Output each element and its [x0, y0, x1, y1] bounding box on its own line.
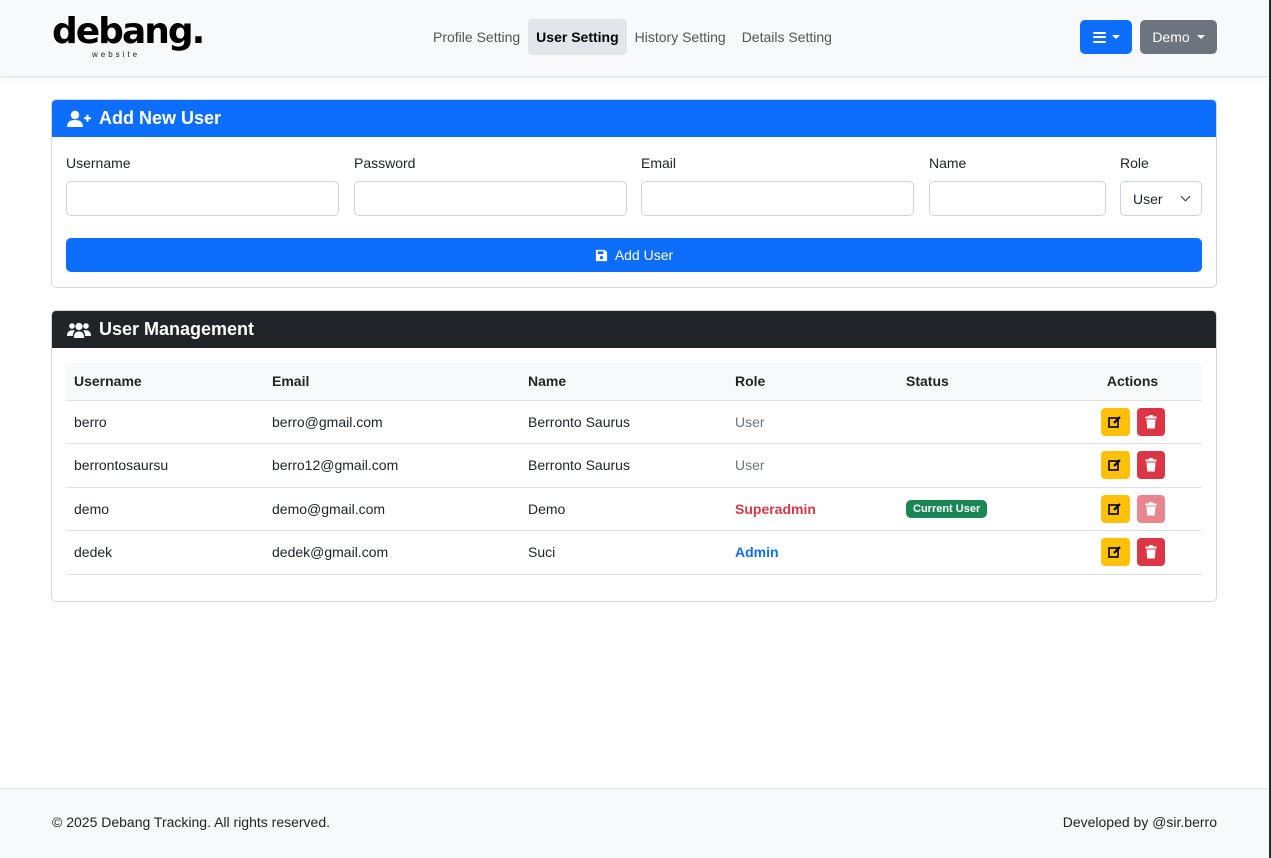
- chevron-down-icon: [1180, 191, 1191, 202]
- edit-button[interactable]: [1100, 451, 1130, 480]
- edit-button[interactable]: [1100, 538, 1130, 567]
- cell-role: Superadmin: [727, 487, 898, 531]
- user-management-title: User Management: [99, 319, 255, 339]
- username-label: Username: [66, 155, 131, 171]
- cell-email: berro@gmail.com: [264, 400, 520, 444]
- column-header-role: Role: [727, 363, 898, 401]
- nav-profile-setting[interactable]: Profile Setting: [425, 19, 528, 55]
- cell-status: [898, 530, 1063, 575]
- edit-icon: [1108, 415, 1121, 428]
- cell-name: Suci: [520, 530, 727, 575]
- username-group: Username: [66, 155, 339, 216]
- nav-history-setting[interactable]: History Setting: [627, 19, 734, 55]
- current-user-badge: Current User: [906, 500, 988, 519]
- trash-icon: [1145, 501, 1156, 516]
- role-label: Role: [1120, 155, 1149, 171]
- column-header-email: Email: [264, 363, 520, 401]
- password-group: Password: [354, 155, 627, 216]
- cell-username: dedek: [66, 530, 264, 575]
- cell-name: Berronto Saurus: [520, 443, 727, 488]
- cell-actions: [1063, 530, 1202, 575]
- brand-name: debang.: [52, 11, 205, 52]
- edit-icon: [1108, 546, 1121, 559]
- cell-actions: [1063, 487, 1202, 531]
- cell-username: demo: [66, 487, 264, 531]
- brand-logo[interactable]: debang. website: [52, 11, 205, 62]
- cell-status: [898, 443, 1063, 488]
- users-table: Username Email Name Role Status Actions …: [66, 363, 1202, 575]
- cell-email: demo@gmail.com: [264, 487, 520, 531]
- column-header-status: Status: [898, 363, 1063, 401]
- cell-role: Admin: [727, 530, 898, 575]
- nav-user-setting[interactable]: User Setting: [528, 19, 627, 55]
- add-user-button-label: Add User: [614, 247, 674, 263]
- footer-copyright: © 2025 Debang Tracking. All rights reser…: [52, 814, 331, 830]
- add-user-card: Add New User Username Password Email Nam…: [51, 99, 1217, 288]
- user-plus-icon: [67, 110, 91, 127]
- nav-links: Profile Setting User Setting History Set…: [425, 19, 840, 55]
- edit-button[interactable]: [1100, 407, 1130, 436]
- cell-username: berrontosaursu: [66, 443, 264, 488]
- delete-button-disabled: [1136, 494, 1165, 523]
- cell-email: berro12@gmail.com: [264, 443, 520, 488]
- password-label: Password: [354, 155, 416, 171]
- edit-button[interactable]: [1100, 494, 1130, 523]
- edit-icon: [1108, 459, 1121, 472]
- add-user-card-header: Add New User: [52, 100, 1216, 137]
- page-footer: © 2025 Debang Tracking. All rights reser…: [0, 788, 1269, 858]
- email-label: Email: [641, 155, 677, 171]
- role-group: Role User: [1120, 155, 1202, 216]
- table-row: berro berro@gmail.com Berronto Saurus Us…: [66, 400, 1202, 444]
- bars-icon: [1092, 31, 1106, 43]
- caret-down-icon: [1111, 35, 1120, 39]
- trash-icon: [1145, 458, 1156, 472]
- user-management-card: User Management Username Email Name Role…: [51, 310, 1217, 602]
- add-user-title: Add New User: [99, 108, 222, 128]
- cell-status: [898, 400, 1063, 444]
- cell-status: Current User: [898, 487, 1063, 531]
- cell-username: berro: [66, 400, 264, 444]
- email-group: Email: [641, 155, 914, 216]
- cell-role: User: [727, 400, 898, 444]
- table-row: berrontosaursu berro12@gmail.com Berront…: [66, 443, 1202, 488]
- menu-dropdown-button[interactable]: [1080, 20, 1132, 54]
- delete-button[interactable]: [1136, 538, 1165, 567]
- cell-actions: [1063, 400, 1202, 444]
- name-group: Name: [929, 155, 1106, 216]
- cell-actions: [1063, 443, 1202, 488]
- add-user-button[interactable]: Add User: [66, 238, 1202, 272]
- cell-name: Demo: [520, 487, 727, 531]
- trash-icon: [1145, 414, 1156, 429]
- top-navbar: debang. website Profile Setting User Set…: [0, 0, 1269, 77]
- password-input[interactable]: [354, 181, 627, 216]
- nav-details-setting[interactable]: Details Setting: [734, 19, 840, 55]
- user-dropdown-label: Demo: [1152, 29, 1190, 45]
- cell-email: dedek@gmail.com: [264, 530, 520, 575]
- column-header-name: Name: [520, 363, 727, 401]
- name-input[interactable]: [929, 181, 1106, 216]
- table-header-row: Username Email Name Role Status Actions: [66, 363, 1202, 401]
- caret-down-icon: [1196, 35, 1205, 39]
- delete-button[interactable]: [1136, 451, 1165, 480]
- footer-credit: Developed by @sir.berro: [1062, 814, 1217, 830]
- brand-subtitle: website: [92, 50, 141, 59]
- edit-icon: [1108, 502, 1121, 515]
- trash-icon: [1145, 545, 1156, 559]
- role-select[interactable]: User: [1120, 181, 1202, 216]
- save-icon: [595, 249, 607, 261]
- table-row: demo demo@gmail.com Demo Superadmin Curr…: [66, 487, 1202, 531]
- column-header-username: Username: [66, 363, 264, 401]
- users-icon: [67, 322, 91, 338]
- name-label: Name: [929, 155, 967, 171]
- role-select-value: User: [1133, 190, 1163, 207]
- user-management-card-header: User Management: [52, 311, 1216, 348]
- column-header-actions: Actions: [1063, 363, 1202, 401]
- cell-name: Berronto Saurus: [520, 400, 727, 444]
- user-dropdown-button[interactable]: Demo: [1140, 20, 1217, 54]
- delete-button[interactable]: [1136, 407, 1165, 436]
- table-row: dedek dedek@gmail.com Suci Admin: [66, 530, 1202, 575]
- email-input[interactable]: [641, 181, 914, 216]
- username-input[interactable]: [66, 181, 339, 216]
- cell-role: User: [727, 443, 898, 488]
